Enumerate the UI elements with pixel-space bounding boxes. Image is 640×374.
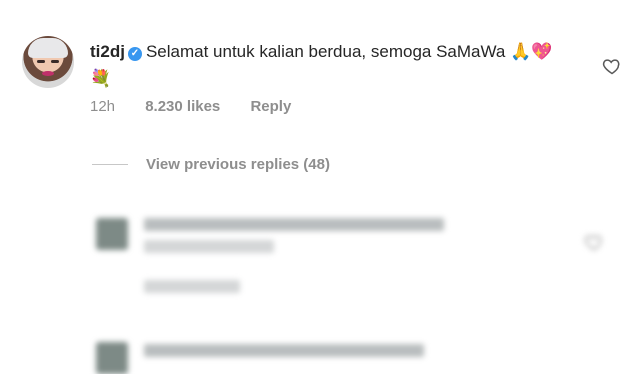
reply-button[interactable]: Reply — [250, 98, 291, 115]
avatar[interactable] — [22, 36, 74, 88]
comment: ti2dj ✓ Selamat untuk kalian berdua, semog… — [22, 36, 622, 126]
comment-meta: 12h 8.230 likes Reply — [90, 98, 317, 115]
blurred-text — [144, 344, 424, 357]
heart-outline-icon[interactable] — [602, 56, 622, 76]
comment-body: ti2dj ✓ Selamat untuk kalian berdua, semog… — [90, 38, 570, 92]
view-previous-replies[interactable]: View previous replies (48) — [92, 156, 330, 173]
username[interactable]: ti2dj — [90, 42, 125, 61]
heart-outline-icon[interactable] — [584, 232, 604, 252]
comment-text: Selamat untuk kalian berdua, semoga SaMa… — [90, 42, 553, 88]
blurred-text — [144, 240, 274, 253]
blurred-meta — [144, 280, 240, 293]
view-previous-replies-label: View previous replies (48) — [146, 156, 330, 173]
divider — [92, 164, 128, 165]
blurred-avatar — [96, 342, 128, 374]
likes-count[interactable]: 8.230 likes — [145, 98, 220, 115]
verified-badge-icon: ✓ — [127, 47, 142, 61]
comment-time: 12h — [90, 98, 116, 115]
blurred-text — [144, 218, 444, 231]
blurred-avatar — [96, 218, 128, 250]
